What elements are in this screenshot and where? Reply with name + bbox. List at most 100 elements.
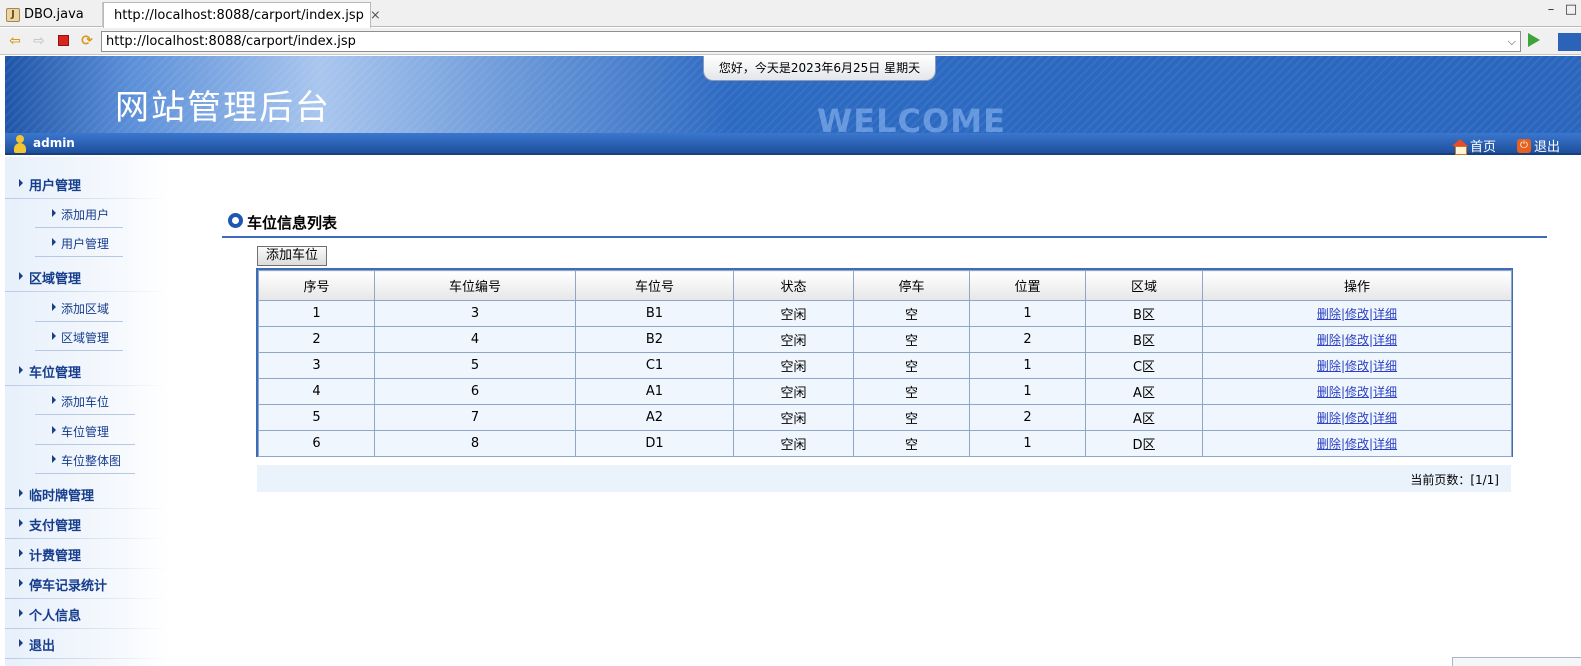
logout-link[interactable]: ⏻ 退出 bbox=[1517, 136, 1560, 155]
column-header: 车位号 bbox=[575, 270, 734, 301]
caret-right-icon bbox=[52, 209, 56, 217]
chevron-down-icon[interactable]: ⌵ bbox=[1508, 32, 1516, 51]
edit-link[interactable]: 修改 bbox=[1345, 411, 1369, 425]
detail-link[interactable]: 详细 bbox=[1373, 307, 1397, 321]
table-row: 3 5 C1 空闲空 1 C区 删除|修改|详细 bbox=[258, 352, 1512, 379]
caret-right-icon bbox=[19, 366, 23, 374]
minimize-icon[interactable]: – bbox=[1541, 2, 1561, 22]
page-indicator: 当前页数：[1/1] bbox=[1410, 473, 1499, 487]
delete-link[interactable]: 删除 bbox=[1317, 359, 1341, 373]
tab-dbo-java[interactable]: J DBO.java bbox=[0, 2, 103, 27]
forward-icon[interactable]: ⇨ bbox=[30, 32, 48, 50]
sidebar-group-billing[interactable]: 计费管理 bbox=[5, 539, 170, 569]
actions-cell: 删除|修改|详细 bbox=[1202, 430, 1512, 457]
table-cell: 7 bbox=[374, 404, 576, 431]
caret-right-icon bbox=[52, 332, 56, 340]
delete-link[interactable]: 删除 bbox=[1317, 437, 1341, 451]
actions-cell: 删除|修改|详细 bbox=[1202, 326, 1512, 353]
detail-link[interactable]: 详细 bbox=[1373, 333, 1397, 347]
table-cell: 空闲 bbox=[733, 378, 854, 405]
table-cell: 空闲 bbox=[733, 430, 854, 457]
table-cell: 1 bbox=[969, 300, 1086, 327]
table-cell: 空 bbox=[853, 404, 970, 431]
edit-link[interactable]: 修改 bbox=[1345, 333, 1369, 347]
table-cell: 4 bbox=[374, 326, 576, 353]
sidebar-group-parking-stats[interactable]: 停车记录统计 bbox=[5, 569, 170, 599]
page-title: 车位信息列表 bbox=[247, 214, 338, 232]
table-cell: 空 bbox=[853, 378, 970, 405]
url-input[interactable]: http://localhost:8088/carport/index.jsp … bbox=[101, 31, 1521, 52]
site-title: 网站管理后台 bbox=[115, 88, 331, 128]
table-cell: A2 bbox=[575, 404, 734, 431]
table-cell: 6 bbox=[374, 378, 576, 405]
table-cell: 空 bbox=[853, 352, 970, 379]
sidebar-group-profile[interactable]: 个人信息 bbox=[5, 599, 170, 629]
date-greeting: 您好，今天是2023年6月25日 星期天 bbox=[703, 56, 936, 81]
home-link[interactable]: 首页 bbox=[1452, 136, 1496, 155]
table-row: 2 4 B2 空闲空 2 B区 删除|修改|详细 bbox=[258, 326, 1512, 353]
url-text: http://localhost:8088/carport/index.jsp bbox=[106, 34, 356, 49]
detail-link[interactable]: 详细 bbox=[1373, 359, 1397, 373]
refresh-icon[interactable]: ⟳ bbox=[78, 32, 96, 50]
go-icon[interactable] bbox=[1528, 33, 1540, 47]
edit-link[interactable]: 修改 bbox=[1345, 359, 1369, 373]
sidebar-item-space-overview[interactable]: 车位整体图 bbox=[5, 445, 170, 474]
toolbar-overflow-icon[interactable] bbox=[1558, 33, 1581, 51]
table-row: 1 3 B1 空闲空 1 B区 删除|修改|详细 bbox=[258, 300, 1512, 327]
circle-bullet-icon bbox=[228, 213, 243, 228]
edit-link[interactable]: 修改 bbox=[1345, 385, 1369, 399]
table-cell: 2 bbox=[258, 326, 375, 353]
table-cell: C1 bbox=[575, 352, 734, 379]
column-header: 状态 bbox=[733, 270, 854, 301]
table-cell: 3 bbox=[374, 300, 576, 327]
sidebar-group-area[interactable]: 区域管理 bbox=[5, 262, 170, 292]
edit-link[interactable]: 修改 bbox=[1345, 307, 1369, 321]
sidebar-item-manage-area[interactable]: 区域管理 bbox=[5, 322, 170, 351]
caret-right-icon bbox=[19, 179, 23, 187]
table-cell: 空 bbox=[853, 326, 970, 353]
sidebar-item-add-area[interactable]: 添加区域 bbox=[5, 293, 170, 322]
bottom-panel-edge bbox=[1452, 657, 1581, 666]
table-cell: 4 bbox=[258, 378, 375, 405]
sidebar-group-temp-plate[interactable]: 临时牌管理 bbox=[5, 479, 170, 509]
detail-link[interactable]: 详细 bbox=[1373, 385, 1397, 399]
user-icon bbox=[14, 135, 26, 153]
actions-cell: 删除|修改|详细 bbox=[1202, 404, 1512, 431]
detail-link[interactable]: 详细 bbox=[1373, 437, 1397, 451]
table-row: 5 7 A2 空闲空 2 A区 删除|修改|详细 bbox=[258, 404, 1512, 431]
close-icon[interactable]: ⨯ bbox=[370, 8, 381, 23]
table-cell: 2 bbox=[969, 404, 1086, 431]
section-header: 车位信息列表 bbox=[222, 205, 1547, 238]
sidebar-item-manage-space[interactable]: 车位管理 bbox=[5, 416, 170, 445]
add-parking-space-button[interactable]: 添加车位 bbox=[257, 246, 327, 266]
table-cell: B区 bbox=[1085, 326, 1203, 353]
actions-cell: 删除|修改|详细 bbox=[1202, 352, 1512, 379]
back-icon[interactable]: ⇦ bbox=[6, 32, 24, 50]
edit-link[interactable]: 修改 bbox=[1345, 437, 1369, 451]
sidebar-group-logout[interactable]: 退出 bbox=[5, 629, 170, 659]
table-cell: 空闲 bbox=[733, 300, 854, 327]
sidebar-item-add-user[interactable]: 添加用户 bbox=[5, 199, 170, 228]
sidebar-group-user[interactable]: 用户管理 bbox=[5, 169, 170, 199]
maximize-icon[interactable]: □ bbox=[1561, 2, 1581, 22]
sidebar-group-payment[interactable]: 支付管理 bbox=[5, 509, 170, 539]
delete-link[interactable]: 删除 bbox=[1317, 333, 1341, 347]
delete-link[interactable]: 删除 bbox=[1317, 385, 1341, 399]
stop-icon[interactable] bbox=[54, 32, 72, 50]
detail-link[interactable]: 详细 bbox=[1373, 411, 1397, 425]
home-label: 首页 bbox=[1470, 140, 1497, 155]
sidebar-item-manage-user[interactable]: 用户管理 bbox=[5, 228, 170, 257]
table-cell: 空闲 bbox=[733, 326, 854, 353]
table-cell: 空闲 bbox=[733, 404, 854, 431]
column-header: 停车 bbox=[853, 270, 970, 301]
delete-link[interactable]: 删除 bbox=[1317, 411, 1341, 425]
column-header: 操作 bbox=[1202, 270, 1512, 301]
caret-right-icon bbox=[19, 609, 23, 617]
tab-index-jsp[interactable]: http://localhost:8088/carport/index.jsp … bbox=[103, 2, 381, 28]
caret-right-icon bbox=[19, 489, 23, 497]
table-cell: 8 bbox=[374, 430, 576, 457]
delete-link[interactable]: 删除 bbox=[1317, 307, 1341, 321]
sidebar-group-parking-space[interactable]: 车位管理 bbox=[5, 356, 170, 386]
table-row: 6 8 D1 空闲空 1 D区 删除|修改|详细 bbox=[258, 430, 1512, 457]
sidebar-item-add-space[interactable]: 添加车位 bbox=[5, 386, 170, 415]
